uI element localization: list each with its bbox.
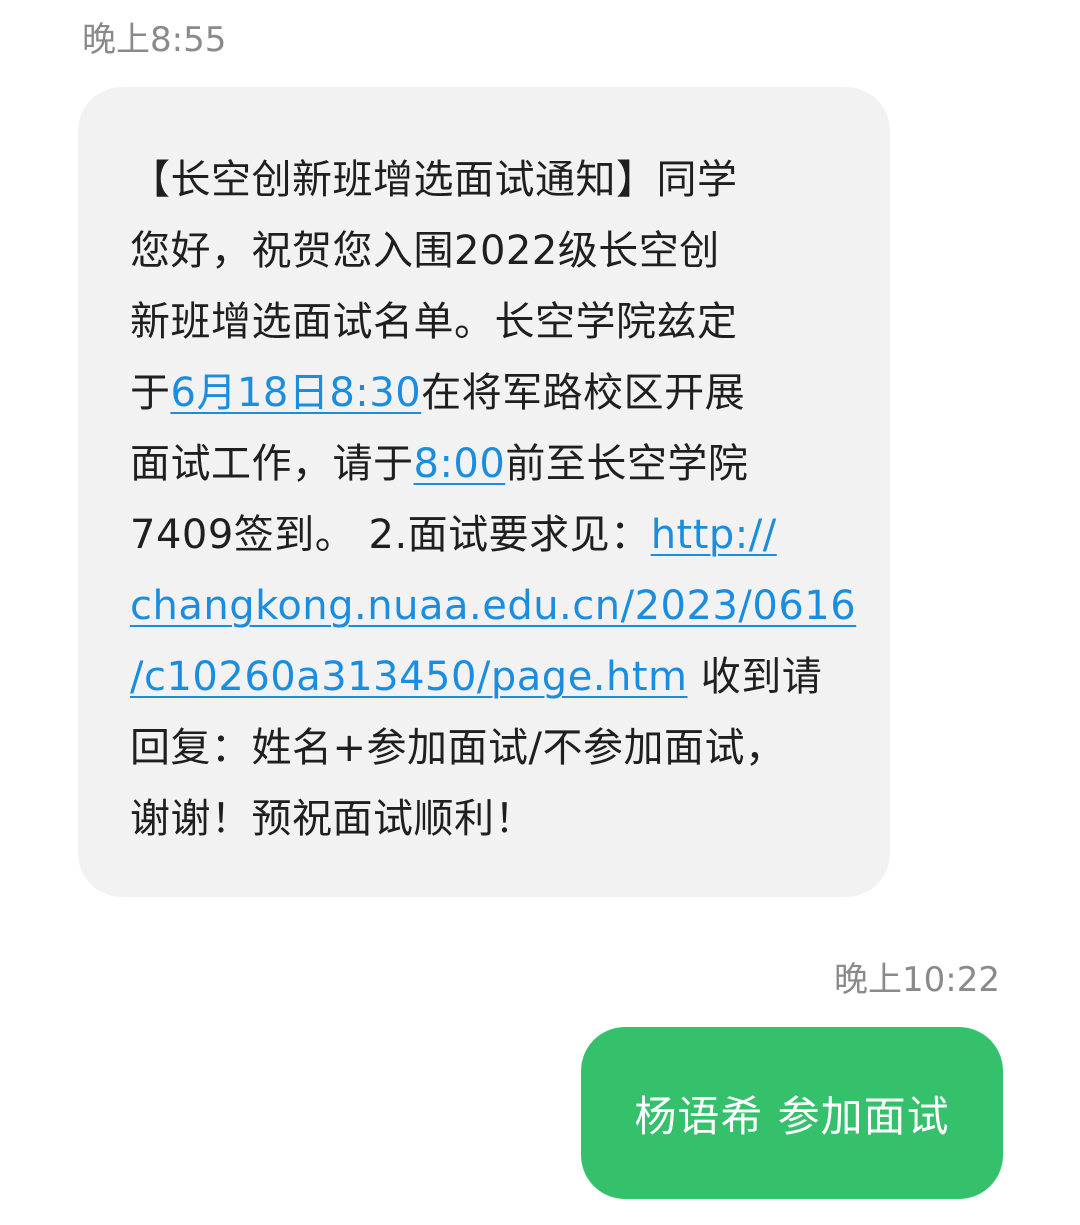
outgoing-message-bubble[interactable]: 杨语希 参加面试 <box>581 1027 1003 1199</box>
date-time-link[interactable]: 6月18日8:30 <box>171 370 422 416</box>
message-line: 谢谢！预祝面试顺利！ <box>130 796 535 842</box>
message-text-segment: 收到请 <box>687 654 823 700</box>
outgoing-message-text: 杨语希 参加面试 <box>634 1091 950 1141</box>
message-line: 回复：姓名+参加面试/不参加面试， <box>130 725 786 771</box>
message-text-segment: 7409签到。 2.面试要求见： <box>130 512 651 558</box>
url-link[interactable]: /c10260a313450/page.htm <box>130 654 688 700</box>
message-line: 新班增选面试名单。长空学院兹定 <box>130 299 738 345</box>
outgoing-message-timestamp: 晚上10:22 <box>834 960 1000 1000</box>
message-line: 您好，祝贺您入围2022级长空创 <box>130 228 720 274</box>
incoming-message-timestamp: 晚上8:55 <box>82 20 227 60</box>
incoming-message-text: 【长空创新班增选面试通知】同学 您好，祝贺您入围2022级长空创 新班增选面试名… <box>130 145 856 855</box>
message-line: 【长空创新班增选面试通知】同学 <box>130 157 738 203</box>
message-line: 7409签到。 2.面试要求见：http:// <box>130 500 850 571</box>
time-link[interactable]: 8:00 <box>414 441 506 487</box>
message-text-segment: 前至长空学院 <box>505 441 749 487</box>
message-text-segment: 在将军路校区开展 <box>421 370 746 416</box>
message-line: changkong.nuaa.edu.cn/2023/0616 <box>130 571 856 642</box>
url-link[interactable]: http:// <box>651 512 777 558</box>
message-text-segment: 于 <box>130 370 171 416</box>
incoming-message-bubble[interactable]: 【长空创新班增选面试通知】同学 您好，祝贺您入围2022级长空创 新班增选面试名… <box>78 87 890 897</box>
url-link[interactable]: changkong.nuaa.edu.cn/2023/0616 <box>130 583 856 629</box>
message-text-segment: 面试工作，请于 <box>130 441 414 487</box>
message-line: /c10260a313450/page.htm 收到请 <box>130 642 850 713</box>
message-line: 面试工作，请于8:00前至长空学院 <box>130 429 850 500</box>
message-line: 于6月18日8:30在将军路校区开展 <box>130 358 850 429</box>
